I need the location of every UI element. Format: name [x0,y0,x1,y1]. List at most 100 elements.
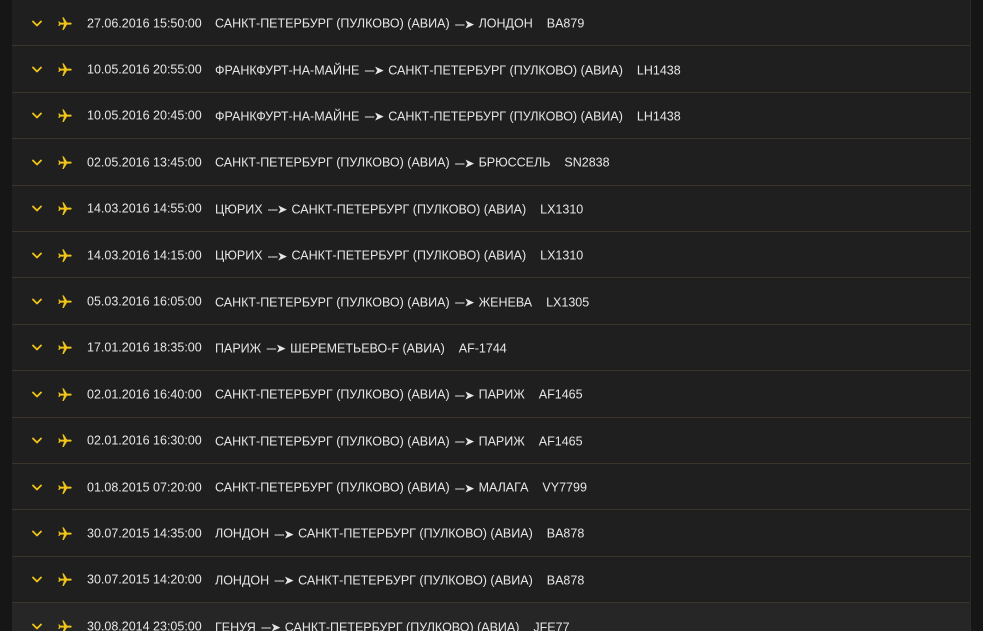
flight-datetime: 30.07.2015 14:20:00 [87,573,202,588]
route-origin: ПАРИЖ [215,341,262,356]
flight-row[interactable]: 30.07.2015 14:20:00 ЛОНДОН ---➤ САНКТ-ПЕ… [12,557,970,604]
flight-row[interactable]: 05.03.2016 16:05:00 САНКТ-ПЕТЕРБУРГ (ПУЛ… [12,278,970,325]
route-origin: САНКТ-ПЕТЕРБУРГ (ПУЛКОВО) (АВИА) [215,155,450,170]
flight-row[interactable]: 10.05.2016 20:55:00 ФРАНКФУРТ-НА-МАЙНЕ -… [12,46,970,93]
flight-route: САНКТ-ПЕТЕРБУРГ (ПУЛКОВО) (АВИА) ---➤ БР… [215,155,610,171]
flight-route: ЦЮРИХ ---➤ САНКТ-ПЕТЕРБУРГ (ПУЛКОВО) (АВ… [215,202,583,217]
route-origin: САНКТ-ПЕТЕРБУРГ (ПУЛКОВО) (АВИА) [215,16,450,31]
flight-row[interactable]: 14.03.2016 14:15:00 ЦЮРИХ ---➤ САНКТ-ПЕТ… [12,232,970,279]
route-destination: САНКТ-ПЕТЕРБУРГ (ПУЛКОВО) (АВИА) [388,109,623,124]
airplane-icon [58,109,72,123]
route-destination: САНКТ-ПЕТЕРБУРГ (ПУЛКОВО) (АВИА) [298,526,533,541]
route-arrow: ---➤ [364,63,384,78]
flight-number: JFE77 [533,620,570,631]
route-arrow: ---➤ [454,295,475,310]
flight-number: LH1438 [636,109,681,124]
flight-route: САНКТ-ПЕТЕРБУРГ (ПУЛКОВО) (АВИА) ---➤ ЖЕ… [215,294,590,310]
airplane-icon [58,248,72,262]
airplane-icon [58,202,72,216]
flight-row[interactable]: 02.05.2016 13:45:00 САНКТ-ПЕТЕРБУРГ (ПУЛ… [12,139,970,186]
airplane-icon [58,295,72,309]
route-arrow: ---➤ [454,480,475,495]
chevron-down-icon[interactable] [32,20,42,28]
flight-list: 27.06.2016 15:50:00 САНКТ-ПЕТЕРБУРГ (ПУЛ… [12,0,970,631]
route-destination: САНКТ-ПЕТЕРБУРГ (ПУЛКОВО) (АВИА) [284,620,520,631]
route-destination: ПАРИЖ [478,387,525,402]
route-arrow: ---➤ [267,202,288,217]
airplane-icon [58,620,72,631]
route-destination: ПАРИЖ [478,433,525,448]
flight-row[interactable]: 14.03.2016 14:55:00 ЦЮРИХ ---➤ САНКТ-ПЕТ… [12,186,970,232]
flight-datetime: 10.05.2016 20:45:00 [87,109,202,124]
flight-row[interactable]: 02.01.2016 16:30:00 САНКТ-ПЕТЕРБУРГ (ПУЛ… [12,418,970,464]
airplane-icon [58,63,72,77]
route-origin: ФРАНКФУРТ-НА-МАЙНЕ [215,109,360,124]
flight-number: BA878 [546,573,585,588]
flight-number: BA879 [546,16,585,31]
route-origin: САНКТ-ПЕТЕРБУРГ (ПУЛКОВО) (АВИА) [215,480,450,495]
flight-row[interactable]: 02.01.2016 16:40:00 САНКТ-ПЕТЕРБУРГ (ПУЛ… [12,371,970,418]
airplane-icon [58,480,72,494]
flight-number: LX1310 [540,248,584,263]
airplane-icon [58,17,72,30]
flight-datetime: 27.06.2016 15:50:00 [87,16,202,31]
route-arrow: ---➤ [274,527,294,542]
flight-route: ЛОНДОН ---➤ САНКТ-ПЕТЕРБУРГ (ПУЛКОВО) (А… [215,573,584,588]
flight-route: ФРАНКФУРТ-НА-МАЙНЕ ---➤ САНКТ-ПЕТЕРБУРГ … [215,109,681,124]
chevron-down-icon[interactable] [32,391,42,399]
flight-datetime: 14.03.2016 14:15:00 [87,248,202,263]
airplane-icon [58,573,72,587]
route-arrow: ---➤ [266,341,286,356]
route-origin: ЛОНДОН [215,573,270,588]
chevron-down-icon[interactable] [32,437,42,445]
flight-route: ФРАНКФУРТ-НА-МАЙНЕ ---➤ САНКТ-ПЕТЕРБУРГ … [215,62,681,78]
flight-datetime: 01.08.2015 07:20:00 [87,480,202,495]
route-destination: САНКТ-ПЕТЕРБУРГ (ПУЛКОВО) (АВИА) [291,202,527,216]
route-arrow: ---➤ [274,573,294,588]
chevron-down-icon[interactable] [32,252,42,260]
flight-row[interactable]: 01.08.2015 07:20:00 САНКТ-ПЕТЕРБУРГ (ПУЛ… [12,464,970,511]
flight-route: ГЕНУЯ ---➤ САНКТ-ПЕТЕРБУРГ (ПУЛКОВО) (АВ… [215,620,570,631]
chevron-down-icon[interactable] [32,344,42,352]
route-destination: САНКТ-ПЕТЕРБУРГ (ПУЛКОВО) (АВИА) [291,248,527,263]
route-destination: ЖЕНЕВА [478,294,533,309]
route-arrow: ---➤ [260,620,281,631]
flight-number: SN2838 [564,155,610,170]
chevron-down-icon[interactable] [32,112,42,120]
flight-datetime: 02.05.2016 13:45:00 [87,155,202,170]
flight-row[interactable]: 10.05.2016 20:45:00 ФРАНКФУРТ-НА-МАЙНЕ -… [12,93,970,140]
route-origin: ЦЮРИХ [215,248,263,263]
flight-number: VY7799 [542,480,587,495]
chevron-down-icon[interactable] [32,623,42,631]
chevron-down-icon[interactable] [32,576,42,584]
flight-datetime: 30.08.2014 23:05:00 [87,619,202,631]
flight-datetime: 14.03.2016 14:55:00 [87,201,202,216]
chevron-down-icon[interactable] [32,484,42,492]
route-destination: ШЕРЕМЕТЬЕВО-F (АВИА) [290,341,445,356]
flight-number: LH1438 [636,62,681,77]
route-arrow: ---➤ [454,16,475,31]
route-origin: ФРАНКФУРТ-НА-МАЙНЕ [215,62,360,77]
chevron-down-icon[interactable] [32,159,42,167]
flight-row[interactable]: 17.01.2016 18:35:00 ПАРИЖ ---➤ ШЕРЕМЕТЬЕ… [12,325,970,372]
route-origin: САНКТ-ПЕТЕРБУРГ (ПУЛКОВО) (АВИА) [215,387,450,402]
chevron-down-icon[interactable] [32,205,42,213]
chevron-down-icon[interactable] [32,530,42,538]
airplane-icon [58,156,72,169]
chevron-down-icon[interactable] [32,298,42,306]
chevron-down-icon[interactable] [32,66,42,74]
flight-datetime: 02.01.2016 16:30:00 [87,433,202,448]
flight-number: LX1305 [546,294,590,309]
flight-route: ПАРИЖ ---➤ ШЕРЕМЕТЬЕВО-F (АВИА) AF-1744 [215,341,507,356]
route-arrow: ---➤ [454,434,475,449]
flight-row[interactable]: 27.06.2016 15:50:00 САНКТ-ПЕТЕРБУРГ (ПУЛ… [12,0,970,47]
flight-datetime: 05.03.2016 16:05:00 [87,294,202,309]
flight-row[interactable]: 30.07.2015 14:35:00 ЛОНДОН ---➤ САНКТ-ПЕ… [12,510,970,557]
flight-number: AF1465 [538,433,583,448]
flight-route: САНКТ-ПЕТЕРБУРГ (ПУЛКОВО) (АВИА) ---➤ ПА… [215,387,583,403]
flight-row[interactable]: 30.08.2014 23:05:00 ГЕНУЯ ---➤ САНКТ-ПЕТ… [12,603,970,631]
route-destination: МАЛАГА [478,480,529,495]
flight-route: САНКТ-ПЕТЕРБУРГ (ПУЛКОВО) (АВИА) ---➤ МА… [215,480,587,495]
route-origin: ЛОНДОН [215,526,270,541]
flight-route: ЦЮРИХ ---➤ САНКТ-ПЕТЕРБУРГ (ПУЛКОВО) (АВ… [215,248,583,263]
